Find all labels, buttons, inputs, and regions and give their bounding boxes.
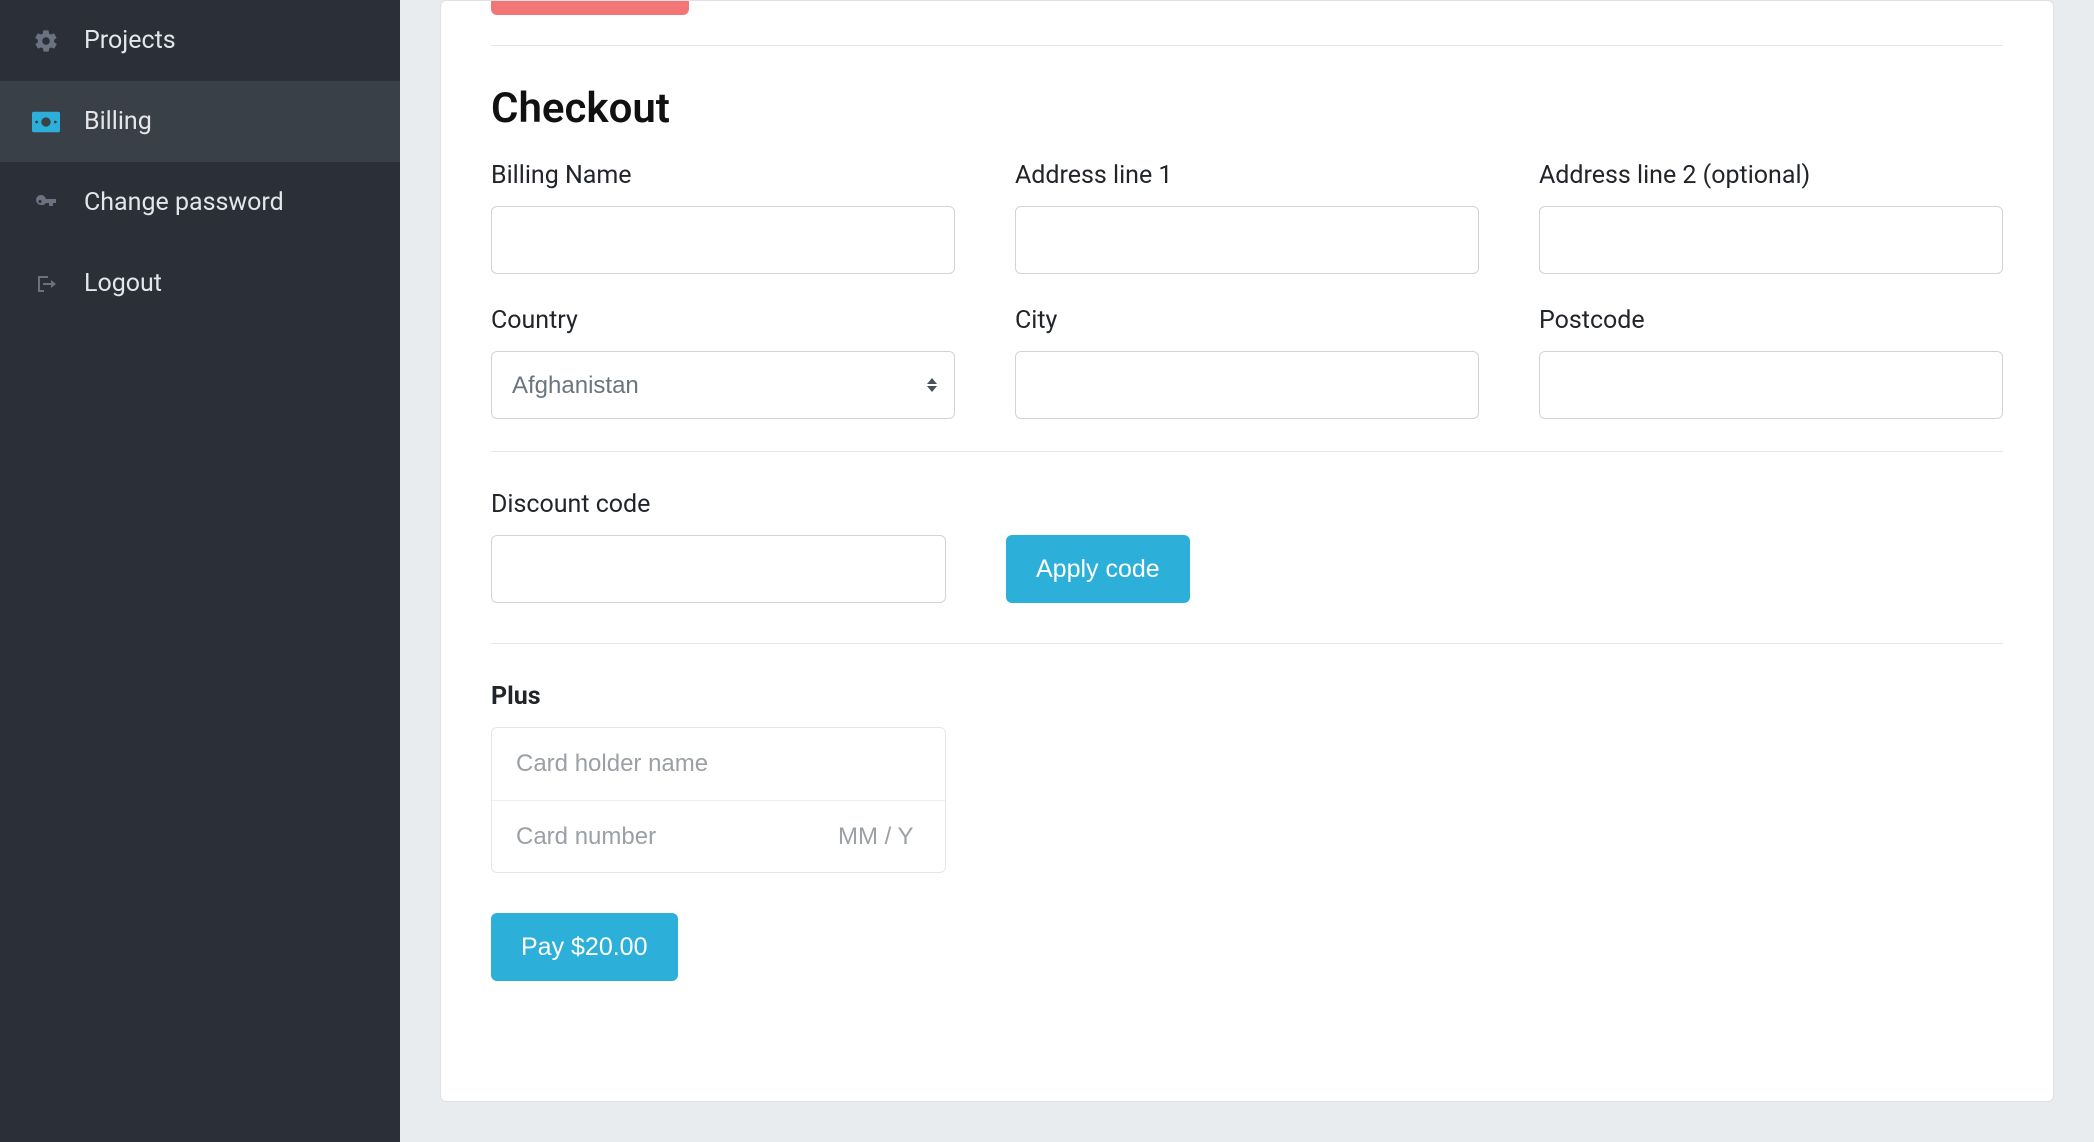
sidebar-item-billing[interactable]: Billing [0,81,400,162]
label-discount: Discount code [491,490,946,519]
field-address2: Address line 2 (optional) [1539,161,2003,274]
input-address2[interactable] [1539,206,2003,274]
input-card-expiry[interactable] [838,823,946,851]
checkout-card: Checkout Billing Name Address line 1 Add… [440,0,2054,1102]
label-city: City [1015,306,1479,335]
money-icon [32,111,60,133]
form-row: Billing Name Address line 1 Address line… [491,161,2003,274]
divider [491,45,2003,46]
sidebar-item-change-password[interactable]: Change password [0,162,400,243]
label-postcode: Postcode [1539,306,2003,335]
card-holder-row [492,728,945,800]
sidebar: Projects Billing Change password Logout [0,0,400,1142]
gears-icon [32,28,60,54]
divider [491,643,2003,644]
input-city[interactable] [1015,351,1479,419]
sidebar-item-label: Billing [84,107,152,136]
input-card-holder[interactable] [516,750,921,778]
logout-icon [32,272,60,296]
apply-code-button[interactable]: Apply code [1006,535,1190,603]
field-billing-name: Billing Name [491,161,955,274]
partial-danger-button[interactable] [491,1,689,15]
field-postcode: Postcode [1539,306,2003,419]
checkout-heading: Checkout [491,84,2003,133]
field-country: Country Afghanistan [491,306,955,419]
divider [491,451,2003,452]
sidebar-item-logout[interactable]: Logout [0,243,400,324]
label-country: Country [491,306,955,335]
field-discount: Discount code [491,490,946,603]
pay-row: Pay $20.00 [491,913,2003,981]
card-number-row [492,800,945,872]
discount-row: Discount code Apply code [491,490,2003,603]
sidebar-item-label: Change password [84,188,284,217]
input-postcode[interactable] [1539,351,2003,419]
input-card-number[interactable] [516,823,826,851]
sidebar-item-projects[interactable]: Projects [0,0,400,81]
key-icon [32,191,60,215]
sidebar-item-label: Logout [84,269,162,298]
plan-name: Plus [491,682,2003,711]
field-address1: Address line 1 [1015,161,1479,274]
label-billing-name: Billing Name [491,161,955,190]
field-city: City [1015,306,1479,419]
label-address1: Address line 1 [1015,161,1479,190]
select-country[interactable]: Afghanistan [491,351,955,419]
input-discount[interactable] [491,535,946,603]
label-address2: Address line 2 (optional) [1539,161,2003,190]
input-billing-name[interactable] [491,206,955,274]
card-input-block [491,727,946,873]
pay-button[interactable]: Pay $20.00 [491,913,678,981]
form-row: Country Afghanistan City [491,306,2003,419]
main-content: Checkout Billing Name Address line 1 Add… [400,0,2094,1142]
top-button-fragment [491,1,2003,45]
input-address1[interactable] [1015,206,1479,274]
sidebar-item-label: Projects [84,26,176,55]
